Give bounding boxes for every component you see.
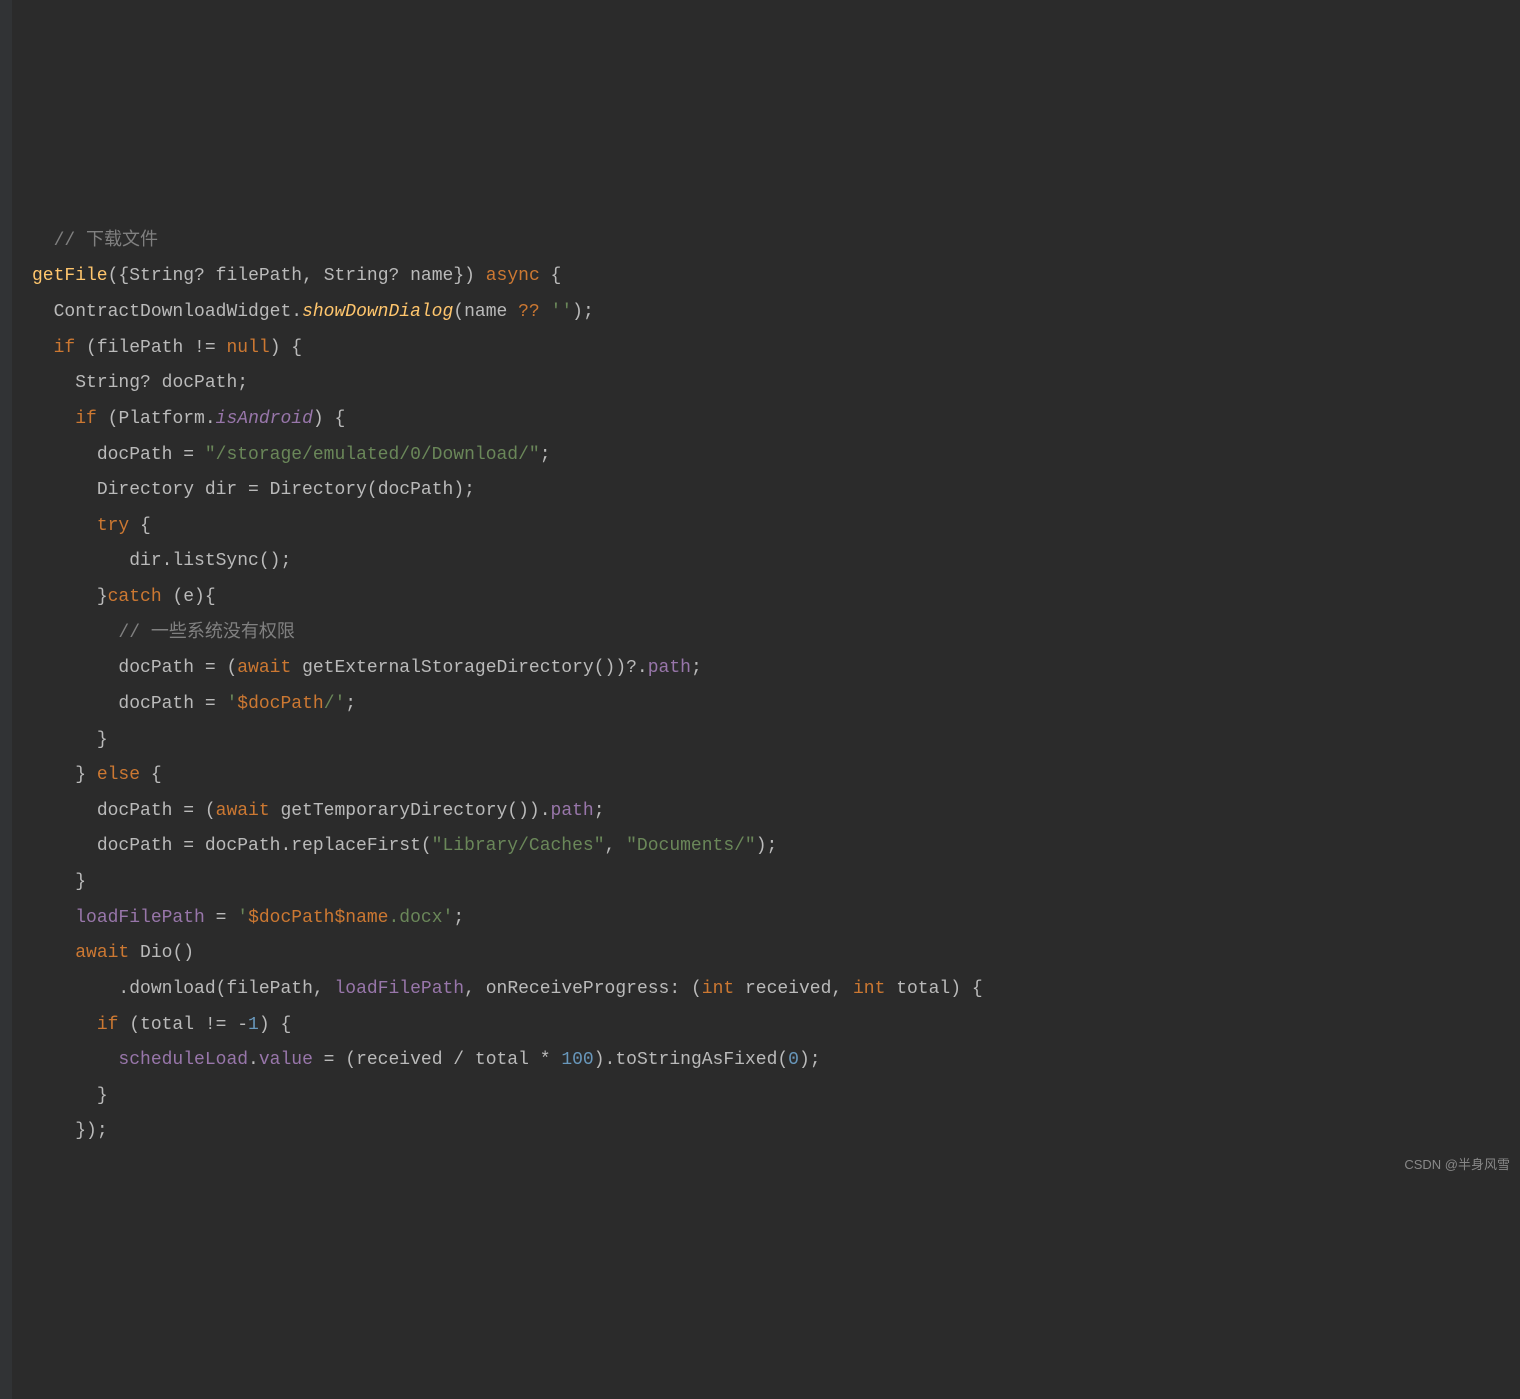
code-line: if (Platform.isAndroid) { <box>32 409 345 429</box>
code-line: docPath = docPath.replaceFirst("Library/… <box>32 836 777 856</box>
watermark: CSDN @半身风雪 <box>1404 1152 1510 1178</box>
function-name: getFile <box>32 266 108 286</box>
code-line: docPath = "/storage/emulated/0/Download/… <box>32 445 551 465</box>
code-line: docPath = (await getTemporaryDirectory()… <box>32 801 605 821</box>
code-line: Directory dir = Directory(docPath); <box>32 480 475 500</box>
comment: // 一些系统没有权限 <box>118 623 294 643</box>
code-line: // 下载文件 <box>32 231 158 251</box>
code-line: .download(filePath, loadFilePath, onRece… <box>32 979 983 999</box>
code-line: ContractDownloadWidget.showDownDialog(na… <box>32 302 594 322</box>
code-line: getFile({String? filePath, String? name}… <box>32 266 561 286</box>
else-keyword: else <box>97 765 140 785</box>
code-line: String? docPath; <box>32 373 248 393</box>
code-line: }catch (e){ <box>32 587 216 607</box>
string-literal: "/storage/emulated/0/Download/" <box>205 445 540 465</box>
static-method: showDownDialog <box>302 302 453 322</box>
catch-keyword: catch <box>108 587 162 607</box>
static-field: isAndroid <box>216 409 313 429</box>
code-line: loadFilePath = '$docPath$name.docx'; <box>32 908 464 928</box>
code-line: } <box>32 730 108 750</box>
async-keyword: async <box>486 266 540 286</box>
code-line: docPath = (await getExternalStorageDirec… <box>32 658 702 678</box>
editor-gutter <box>0 0 12 1399</box>
try-keyword: try <box>97 516 129 536</box>
code-line: dir.listSync(); <box>32 551 291 571</box>
code-line: if (filePath != null) { <box>32 338 302 358</box>
code-line: scheduleLoad.value = (received / total *… <box>32 1050 821 1070</box>
code-line: docPath = '$docPath/'; <box>32 694 356 714</box>
comment: // 下载文件 <box>54 231 158 251</box>
code-line: // 一些系统没有权限 <box>32 623 295 643</box>
code-line: if (total != -1) { <box>32 1015 291 1035</box>
code-editor[interactable]: // 下载文件 getFile({String? filePath, Strin… <box>12 214 1520 1150</box>
if-keyword: if <box>54 338 76 358</box>
code-line: }); <box>32 1121 108 1141</box>
code-line: try { <box>32 516 151 536</box>
code-line: } <box>32 872 86 892</box>
code-line: await Dio() <box>32 943 194 963</box>
code-line: } <box>32 1086 108 1106</box>
code-line: } else { <box>32 765 162 785</box>
